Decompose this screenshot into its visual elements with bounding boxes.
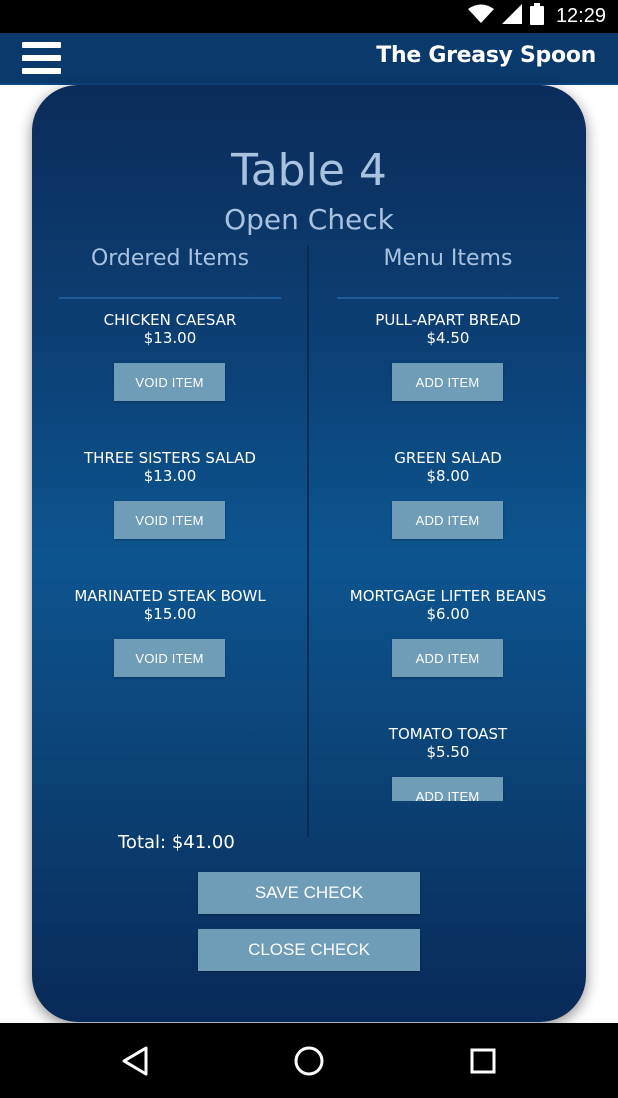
app-title: The Greasy Spoon (376, 43, 596, 68)
item-price: $13.00 (143, 329, 197, 347)
item-name: THREE SISTERS SALAD (84, 449, 256, 467)
status-bar: 12:29 (0, 0, 618, 33)
item-price: $15.00 (143, 605, 197, 623)
add-item-button[interactable]: ADD ITEM (392, 363, 503, 401)
wifi-icon (467, 4, 494, 29)
void-item-button[interactable]: VOID ITEM (114, 639, 225, 677)
item-name: PULL-APART BREAD (375, 311, 521, 329)
check-card: Table 4 Open Check Ordered Items Menu It… (32, 85, 586, 1022)
item-name: GREEN SALAD (394, 449, 502, 467)
ordered-items-heading: Ordered Items (90, 246, 250, 271)
item-name: MARINATED STEAK BOWL (74, 587, 266, 605)
menu-item: TOMATO TOAST $5.50 ADD ITEM (337, 713, 559, 801)
table-title: Table 4 (231, 145, 387, 196)
menu-items-list[interactable]: PULL-APART BREAD $4.50 ADD ITEM GREEN SA… (337, 299, 559, 801)
add-item-button[interactable]: ADD ITEM (392, 777, 503, 801)
ordered-item: MARINATED STEAK BOWL $15.00 VOID ITEM (59, 575, 281, 713)
recents-square-icon[interactable] (465, 1043, 501, 1079)
item-name: MORTGAGE LIFTER BEANS (349, 587, 547, 605)
ordered-item: THREE SISTERS SALAD $13.00 VOID ITEM (59, 437, 281, 575)
home-circle-icon[interactable] (291, 1043, 327, 1079)
cell-signal-icon (501, 4, 522, 29)
hamburger-menu-icon[interactable] (22, 42, 61, 75)
item-price: $6.00 (426, 605, 470, 623)
ordered-item: CHICKEN CAESAR $13.00 VOID ITEM (59, 299, 281, 437)
column-divider (307, 245, 309, 837)
menu-item: PULL-APART BREAD $4.50 ADD ITEM (337, 299, 559, 437)
item-price: $4.50 (426, 329, 470, 347)
item-price: $8.00 (426, 467, 470, 485)
back-triangle-icon[interactable] (118, 1043, 154, 1079)
add-item-button[interactable]: ADD ITEM (392, 639, 503, 677)
menu-item: MORTGAGE LIFTER BEANS $6.00 ADD ITEM (337, 575, 559, 713)
check-status: Open Check (224, 203, 394, 236)
status-time: 12:29 (555, 5, 606, 27)
ordered-items-list: CHICKEN CAESAR $13.00 VOID ITEM THREE SI… (59, 299, 281, 801)
close-check-button[interactable]: CLOSE CHECK (198, 929, 420, 971)
save-check-button[interactable]: SAVE CHECK (198, 872, 420, 914)
menu-items-heading: Menu Items (383, 246, 513, 271)
void-item-button[interactable]: VOID ITEM (114, 501, 225, 539)
item-price: $13.00 (143, 467, 197, 485)
item-name: TOMATO TOAST (388, 725, 508, 743)
app-bar: The Greasy Spoon (0, 33, 618, 85)
item-price: $5.50 (426, 743, 470, 761)
item-name: CHICKEN CAESAR (103, 311, 237, 329)
menu-item: GREEN SALAD $8.00 ADD ITEM (337, 437, 559, 575)
system-nav-bar (0, 1023, 618, 1098)
check-total: Total: $41.00 (118, 832, 235, 853)
status-icons: 12:29 (467, 0, 606, 33)
add-item-button[interactable]: ADD ITEM (392, 501, 503, 539)
battery-icon (529, 3, 544, 30)
void-item-button[interactable]: VOID ITEM (114, 363, 225, 401)
